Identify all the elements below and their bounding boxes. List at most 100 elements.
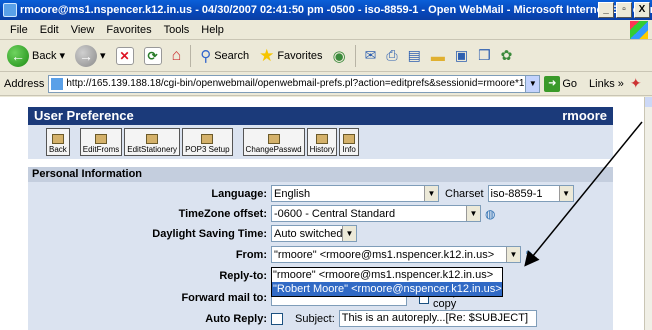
media-button[interactable]: ◉ [330, 45, 349, 67]
close-button[interactable]: X [634, 2, 650, 18]
menu-help[interactable]: Help [195, 24, 230, 36]
edit-stationery-button[interactable]: EditStationery [124, 128, 181, 156]
pref-header: User Preference rmoore [28, 107, 613, 125]
back-label: Back [32, 49, 57, 62]
discuss-button[interactable]: ▣ [452, 45, 471, 66]
timezone-value: -0600 - Central Standard [274, 207, 396, 220]
refresh-button[interactable]: ⟳ [141, 45, 165, 67]
edit-froms-label: EditFroms [82, 145, 120, 154]
stop-icon: ✕ [115, 46, 134, 65]
history-icon [316, 134, 329, 144]
edit-froms-icon [95, 134, 108, 144]
stop-button[interactable]: ✕ [113, 45, 137, 67]
research-button[interactable]: ❒ [475, 45, 494, 66]
folder-icon: ▬ [430, 47, 445, 64]
extension-icon[interactable]: ✦ [630, 75, 642, 92]
favorites-button[interactable]: ★ Favorites [256, 44, 326, 68]
dst-select[interactable]: Auto switched ▼ [271, 225, 357, 242]
menu-favorites[interactable]: Favorites [100, 24, 157, 36]
subject-input[interactable]: This is an autoreply...[Re: $SUBJECT] [338, 310, 537, 327]
folder-back-icon [51, 134, 64, 144]
edit-from-icon[interactable]: ✎ [525, 248, 535, 262]
pref-back-label: Back [49, 145, 67, 154]
page-content: User Preference rmoore Back EditFroms Ed… [0, 97, 644, 330]
links-button[interactable]: Links » [589, 78, 624, 90]
from-option-highlighted[interactable]: "Robert Moore" <rmoore@nspencer.k12.in.u… [272, 282, 502, 296]
history-button[interactable]: History [306, 128, 338, 156]
pref-title: User Preference [34, 108, 134, 123]
charset-select[interactable]: iso-8859-1 ▼ [487, 185, 574, 202]
address-input[interactable]: http://165.139.188.18/cgi-bin/openwebmai… [48, 74, 541, 93]
forward-button[interactable]: → ▾ [72, 43, 109, 69]
pop3-setup-label: POP3 Setup [185, 145, 230, 154]
timezone-select[interactable]: -0600 - Central Standard ▼ [271, 205, 481, 222]
language-label: Language: [211, 187, 267, 200]
page-icon [51, 77, 64, 90]
vertical-scrollbar[interactable] [644, 97, 652, 330]
forward-dropdown-icon[interactable]: ▾ [100, 49, 106, 62]
pref-back-button[interactable]: Back [46, 128, 70, 156]
edit-froms-button[interactable]: EditFroms [79, 128, 123, 156]
menu-tools[interactable]: Tools [158, 24, 196, 36]
browser-toolbar: ← Back ▾ → ▾ ✕ ⟳ ⌂ ⚲ Search ★ Favorites … [0, 40, 652, 72]
menu-file[interactable]: File [4, 24, 34, 36]
globe-icon[interactable]: ◍ [485, 207, 495, 221]
print-button[interactable]: ⎙ [383, 45, 400, 66]
search-button[interactable]: ⚲ Search [197, 45, 252, 67]
discuss-icon: ▣ [454, 47, 469, 63]
subject-label: Subject: [295, 312, 335, 325]
go-button[interactable]: ➜ Go [544, 75, 577, 92]
messenger-icon: ✿ [500, 47, 513, 63]
search-icon: ⚲ [200, 47, 212, 65]
maximize-button[interactable]: ▫ [616, 2, 632, 18]
auto-reply-label: Auto Reply: [205, 312, 267, 325]
pref-toolbar: Back EditFroms EditStationery POP3 Setup… [28, 125, 613, 159]
back-button[interactable]: ← Back ▾ [4, 43, 68, 69]
mail-button[interactable]: ✉ [362, 45, 380, 66]
forward-arrow-icon: → [75, 44, 97, 67]
language-select[interactable]: English ▼ [271, 185, 439, 202]
menu-bar: File Edit View Favorites Tools Help [0, 20, 652, 40]
from-label: From: [235, 248, 267, 261]
info-label: Info [342, 145, 356, 154]
section-title: Personal Information [28, 167, 613, 182]
edit-button[interactable]: ▤ [405, 45, 424, 66]
info-button[interactable]: Info [339, 128, 359, 156]
menu-view[interactable]: View [65, 24, 101, 36]
dst-label: Daylight Saving Time: [152, 227, 267, 240]
toolbar-separator [354, 44, 356, 67]
messenger-button[interactable]: ✿ [498, 45, 516, 66]
address-bar: Address http://165.139.188.18/cgi-bin/op… [0, 72, 652, 96]
refresh-icon: ⟳ [143, 46, 162, 65]
language-dropdown-icon: ▼ [424, 186, 438, 201]
research-icon: ❒ [478, 47, 491, 63]
window-controls: _ ▫ X [598, 2, 650, 18]
edit-stationery-label: EditStationery [127, 145, 178, 154]
minimize-button[interactable]: _ [598, 2, 614, 18]
from-option[interactable]: "rmoore" <rmoore@ms1.nspencer.k12.in.us> [272, 268, 502, 282]
pop3-setup-button[interactable]: POP3 Setup [182, 128, 233, 156]
address-dropdown-icon[interactable]: ▼ [525, 75, 540, 92]
search-label: Search [214, 49, 250, 62]
change-passwd-button[interactable]: ChangePasswd [242, 128, 305, 156]
scroll-up-arrow-icon[interactable] [645, 97, 652, 107]
home-button[interactable]: ⌂ [169, 45, 185, 67]
auto-reply-checkbox[interactable] [271, 312, 283, 325]
reply-to-label: Reply-to: [219, 269, 267, 282]
mail-icon: ✉ [364, 47, 377, 63]
forward-label: Forward mail to: [181, 291, 267, 304]
back-arrow-icon: ← [7, 44, 29, 67]
key-icon [267, 134, 280, 144]
stationery-icon [146, 134, 159, 144]
from-dropdown-list: "rmoore" <rmoore@ms1.nspencer.k12.in.us>… [271, 267, 503, 297]
toolbar-separator [190, 44, 192, 67]
favorites-label: Favorites [277, 49, 323, 62]
menu-edit[interactable]: Edit [34, 24, 65, 36]
from-select[interactable]: "rmoore" <rmoore@ms1.nspencer.k12.in.us>… [271, 246, 521, 263]
back-dropdown-icon[interactable]: ▾ [59, 49, 65, 62]
from-dropdown-icon: ▼ [506, 247, 520, 262]
language-value: English [274, 187, 311, 200]
folder-button[interactable]: ▬ [428, 46, 448, 66]
charset-value: iso-8859-1 [490, 187, 543, 200]
dst-dropdown-icon: ▼ [342, 226, 356, 241]
